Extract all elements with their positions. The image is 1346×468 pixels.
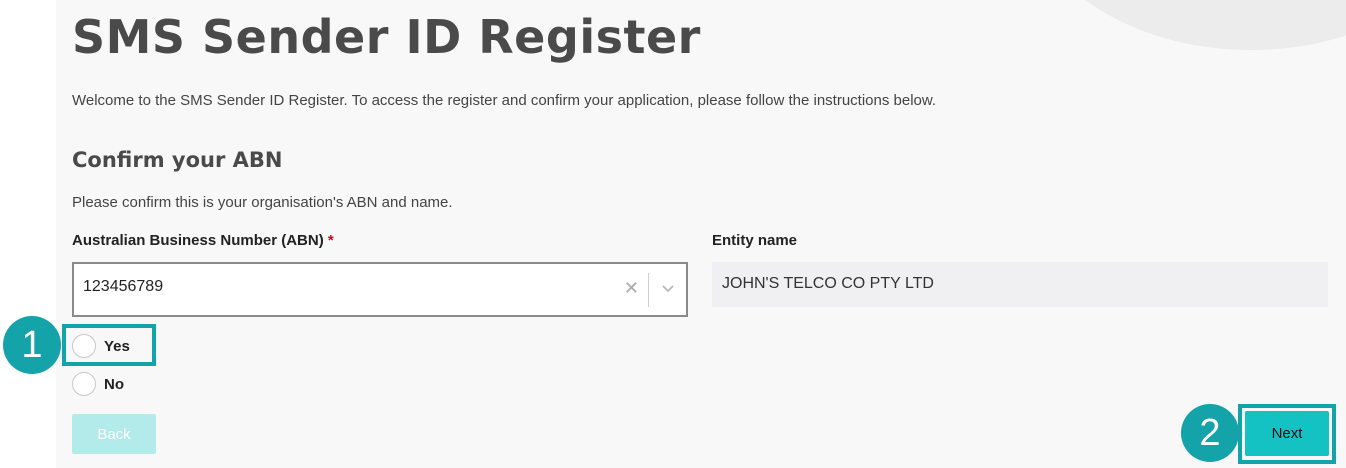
radio-no-option[interactable]: No (72, 372, 124, 396)
entity-name-label: Entity name (712, 232, 798, 249)
intro-text: Welcome to the SMS Sender ID Register. T… (72, 92, 937, 109)
abn-select[interactable]: 123456789 ✕ (72, 262, 688, 317)
step-badge-1: 1 (3, 316, 61, 374)
step-badge-2: 2 (1181, 404, 1239, 462)
page-title: SMS Sender ID Register (72, 10, 701, 64)
abn-label-text: Australian Business Number (ABN) (72, 232, 324, 249)
abn-label: Australian Business Number (ABN) * (72, 232, 334, 249)
select-separator (648, 273, 649, 307)
entity-name-field: JOHN'S TELCO CO PTY LTD (712, 262, 1328, 307)
radio-no[interactable] (72, 372, 96, 396)
section-description: Please confirm this is your organisation… (72, 194, 453, 211)
chevron-down-icon[interactable] (658, 278, 678, 298)
next-button[interactable]: Next (1245, 411, 1329, 456)
abn-value: 123456789 (83, 278, 164, 295)
back-button[interactable]: Back (72, 414, 156, 454)
required-marker: * (327, 232, 334, 249)
entity-name-value: JOHN'S TELCO CO PTY LTD (722, 275, 934, 292)
section-title: Confirm your ABN (72, 148, 283, 172)
close-icon[interactable]: ✕ (624, 279, 639, 299)
decorative-circle (1026, 0, 1346, 50)
radio-no-label[interactable]: No (104, 376, 124, 393)
highlight-yes (62, 324, 156, 366)
